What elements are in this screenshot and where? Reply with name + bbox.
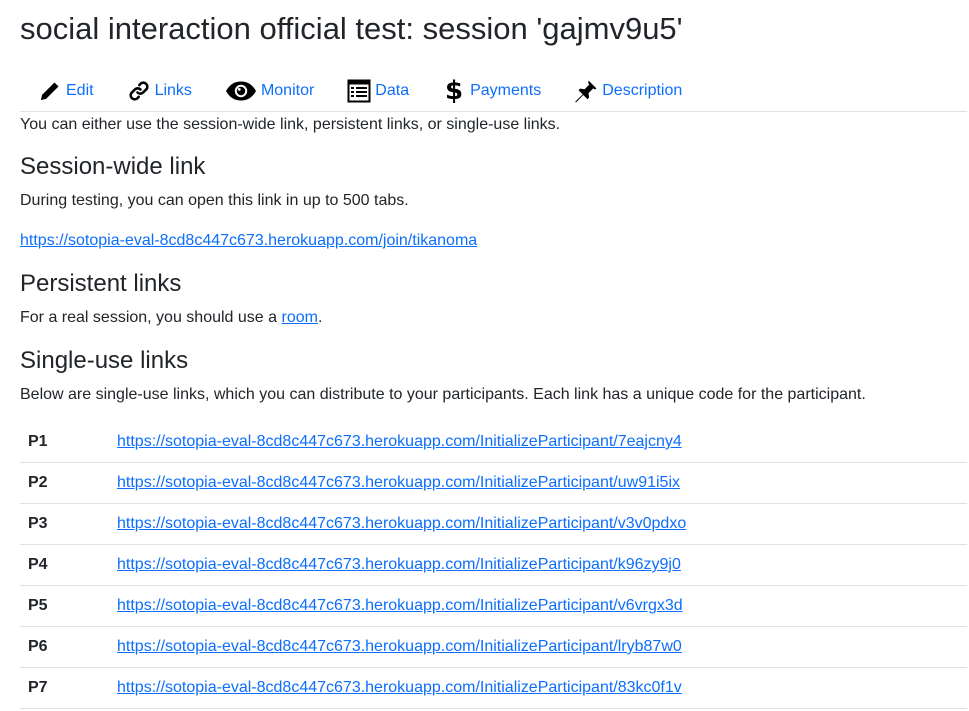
participant-code: P1 [20,422,109,463]
tab-data[interactable]: Data [330,70,425,111]
pushpin-icon [573,78,599,104]
intro-text: You can either use the session-wide link… [20,116,561,133]
table-row: P1 https://sotopia-eval-8cd8c447c673.her… [20,422,967,463]
participant-code: P4 [20,544,109,586]
session-wide-link[interactable]: https://sotopia-eval-8cd8c447c673.heroku… [20,232,477,249]
session-nav-tabs: Edit Links Monitor Data $ Payments Descr… [20,70,967,112]
participant-code: P3 [20,503,109,545]
participant-links-table: P1 https://sotopia-eval-8cd8c447c673.her… [20,422,967,709]
persistent-text: For a real session, you should use a roo… [20,307,322,329]
room-link[interactable]: room [281,309,317,326]
single-use-text: Below are single-use links, which you ca… [20,386,866,403]
persistent-text-after: . [317,309,323,326]
link-icon [126,78,152,104]
eye-icon [224,78,258,104]
participant-link[interactable]: https://sotopia-eval-8cd8c447c673.heroku… [117,515,686,532]
tab-edit-label: Edit [66,81,94,99]
persistent-heading: Persistent links [20,270,182,297]
table-row: P5 https://sotopia-eval-8cd8c447c673.her… [20,585,967,627]
participant-code: P2 [20,462,109,504]
tab-payments-label: Payments [470,81,542,99]
persistent-text-before: For a real session, you should use a [20,309,282,326]
participant-code: P7 [20,667,109,709]
table-row: P3 https://sotopia-eval-8cd8c447c673.her… [20,503,967,545]
participant-code: P5 [20,585,109,627]
table-icon [346,78,372,104]
session-wide-heading: Session-wide link [20,153,206,180]
tab-links-label: Links [154,81,192,99]
participant-link[interactable]: https://sotopia-eval-8cd8c447c673.heroku… [117,597,683,614]
participant-code: P6 [20,626,109,668]
session-wide-text: During testing, you can open this link i… [20,192,409,209]
tab-description-label: Description [602,81,683,99]
table-row: P2 https://sotopia-eval-8cd8c447c673.her… [20,462,967,504]
single-use-heading: Single-use links [20,347,189,374]
participant-link[interactable]: https://sotopia-eval-8cd8c447c673.heroku… [117,433,682,450]
tab-links[interactable]: Links [110,70,208,111]
participant-link[interactable]: https://sotopia-eval-8cd8c447c673.heroku… [117,556,681,573]
tab-edit[interactable]: Edit [20,70,110,111]
dollar-icon: $ [445,75,464,106]
participant-link[interactable]: https://sotopia-eval-8cd8c447c673.heroku… [117,474,680,491]
tab-monitor-label: Monitor [260,81,315,99]
table-row: P6 https://sotopia-eval-8cd8c447c673.her… [20,626,967,668]
table-row: P4 https://sotopia-eval-8cd8c447c673.her… [20,544,967,586]
pencil-icon [37,78,63,104]
tab-description[interactable]: Description [557,70,698,111]
table-row: P7 https://sotopia-eval-8cd8c447c673.her… [20,667,967,709]
tab-monitor[interactable]: Monitor [208,70,330,111]
participant-link[interactable]: https://sotopia-eval-8cd8c447c673.heroku… [117,638,682,655]
tab-data-label: Data [375,81,410,99]
page-title: social interaction official test: sessio… [20,11,683,46]
participant-link[interactable]: https://sotopia-eval-8cd8c447c673.heroku… [117,679,682,696]
tab-payments[interactable]: $ Payments [425,70,557,111]
